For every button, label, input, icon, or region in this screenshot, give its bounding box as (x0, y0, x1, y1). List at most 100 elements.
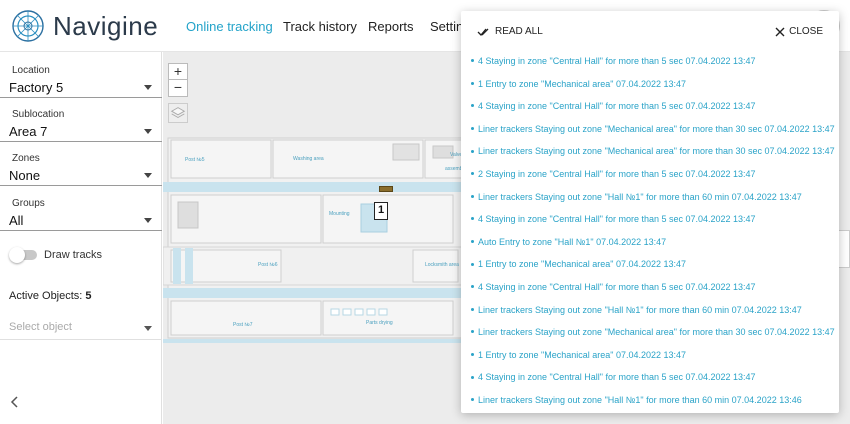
notifications-panel: READ ALL CLOSE 4 Staying in zone "Centra… (461, 11, 839, 413)
notification-text: 4 Staying in zone "Central Hall" for mor… (478, 101, 756, 112)
active-objects-label: Active Objects: (9, 290, 83, 302)
caret-down-icon (144, 173, 152, 178)
notification-item[interactable]: 1 Entry to zone "Mechanical area" 07.04.… (471, 259, 686, 269)
notification-item[interactable]: Liner trackers Staying out zone "Hall №1… (471, 305, 802, 315)
location-value: Factory 5 (9, 80, 64, 95)
location-select[interactable]: Location Factory 5 (0, 54, 162, 98)
map-label-post7: Post №7 (233, 322, 253, 328)
tracker-flag-icon (379, 186, 393, 192)
bullet-icon (471, 217, 474, 221)
notification-item[interactable]: 1 Entry to zone "Mechanical area" 07.04.… (471, 350, 686, 360)
toggle-knob (9, 247, 25, 263)
map-label-parts-drying: Parts drying (366, 320, 393, 326)
map-label-mounting: Mounting (329, 211, 350, 217)
notification-item[interactable]: 4 Staying in zone "Central Hall" for mor… (471, 56, 756, 66)
caret-down-icon (144, 129, 152, 134)
zoom-out-button[interactable]: − (168, 80, 188, 97)
close-icon (775, 27, 785, 36)
caret-down-icon (144, 326, 152, 331)
nav-track-history[interactable]: Track history (283, 19, 357, 34)
read-all-button[interactable]: READ ALL (477, 26, 543, 37)
select-object-placeholder: Select object (9, 321, 72, 333)
bullet-icon (471, 239, 474, 243)
map-label-locksmith: Locksmith area (425, 262, 459, 268)
sublocation-label: Sublocation (12, 109, 65, 120)
bullet-icon (471, 149, 474, 153)
notification-text: Liner trackers Staying out zone "Mechani… (478, 327, 835, 338)
read-all-label: READ ALL (495, 26, 543, 37)
map-label-post5: Post №5 (185, 157, 205, 163)
notification-text: Liner trackers Staying out zone "Mechani… (478, 146, 835, 157)
notification-item[interactable]: 2 Staying in zone "Central Hall" for mor… (471, 169, 756, 179)
zones-select[interactable]: Zones None (0, 142, 162, 186)
zones-label: Zones (12, 153, 40, 164)
double-check-icon (477, 28, 489, 36)
notification-item[interactable]: 1 Entry to zone "Mechanical area" 07.04.… (471, 79, 686, 89)
draw-tracks-label: Draw tracks (44, 249, 103, 261)
notification-text: Liner trackers Staying out zone "Hall №1… (478, 395, 802, 405)
notification-item[interactable]: 4 Staying in zone "Central Hall" for mor… (471, 214, 756, 224)
navigine-logo-icon (12, 10, 44, 42)
notification-item[interactable]: 4 Staying in zone "Central Hall" for mor… (471, 101, 756, 111)
sublocation-select[interactable]: Sublocation Area 7 (0, 98, 162, 142)
active-objects-count: 5 (85, 290, 92, 302)
notification-text: 2 Staying in zone "Central Hall" for mor… (478, 169, 756, 179)
caret-down-icon (144, 218, 152, 223)
notification-text: Liner trackers Staying out zone "Hall №1… (478, 304, 802, 315)
map-label-washing: Washing area (293, 156, 324, 162)
zones-value: None (9, 168, 41, 183)
groups-value: All (9, 213, 24, 228)
map-label-post6: Post №6 (258, 262, 278, 268)
draw-tracks-toggle[interactable] (9, 247, 37, 263)
notification-text: Auto Entry to zone "Hall №1" 07.04.2022 … (478, 236, 667, 247)
notification-text: Liner trackers Staying out zone "Mechani… (478, 123, 835, 134)
bullet-icon (471, 352, 474, 356)
notification-text: 4 Staying in zone "Central Hall" for mor… (478, 56, 756, 66)
nav-online-tracking[interactable]: Online tracking (186, 19, 273, 34)
chevron-left-icon[interactable] (10, 396, 20, 408)
notification-item[interactable]: Liner trackers Staying out zone "Mechani… (471, 327, 835, 337)
notification-item[interactable]: 4 Staying in zone "Central Hall" for mor… (471, 372, 756, 382)
notification-item[interactable]: Liner trackers Staying out zone "Hall №1… (471, 192, 802, 202)
caret-down-icon (144, 85, 152, 90)
notification-text: 1 Entry to zone "Mechanical area" 07.04.… (478, 78, 687, 89)
bullet-icon (471, 307, 474, 311)
bullet-icon (471, 285, 474, 289)
close-label: CLOSE (789, 26, 823, 37)
bullet-icon (471, 172, 474, 176)
notification-text: 1 Entry to zone "Mechanical area" 07.04.… (478, 349, 687, 360)
bullet-icon (471, 194, 474, 198)
location-label: Location (12, 65, 50, 76)
notification-item[interactable]: Liner trackers Staying out zone "Mechani… (471, 124, 835, 134)
bullet-icon (471, 262, 474, 266)
notification-item[interactable]: Auto Entry to zone "Hall №1" 07.04.2022 … (471, 237, 666, 247)
notification-item[interactable]: Liner trackers Staying out zone "Hall №1… (471, 395, 802, 405)
nav-reports[interactable]: Reports (368, 19, 414, 34)
zoom-controls: + − (168, 63, 188, 97)
active-objects: Active Objects: 5 (9, 290, 91, 302)
bullet-icon (471, 126, 474, 130)
bullet-icon (471, 104, 474, 108)
brand-name: Navigine (53, 11, 159, 41)
notification-item[interactable]: Liner trackers Staying out zone "Mechani… (471, 146, 835, 156)
map-side-control[interactable] (838, 230, 850, 268)
notification-text: 4 Staying in zone "Central Hall" for mor… (478, 282, 756, 292)
groups-select[interactable]: Groups All (0, 187, 162, 231)
bullet-icon (471, 375, 474, 379)
notification-text: 4 Staying in zone "Central Hall" for mor… (478, 214, 756, 225)
notification-text: 1 Entry to zone "Mechanical area" 07.04.… (478, 259, 687, 270)
layers-icon[interactable] (168, 103, 188, 123)
notification-text: 4 Staying in zone "Central Hall" for mor… (478, 372, 756, 383)
notification-text: Liner trackers Staying out zone "Hall №1… (478, 191, 802, 202)
bullet-icon (471, 398, 474, 402)
bullet-icon (471, 330, 474, 334)
sublocation-value: Area 7 (9, 124, 48, 139)
zoom-in-button[interactable]: + (168, 63, 188, 80)
select-object-dropdown[interactable]: Select object (0, 316, 162, 340)
notification-item[interactable]: 4 Staying in zone "Central Hall" for mor… (471, 282, 756, 292)
tracker-marker[interactable]: 1 (374, 202, 388, 220)
sidebar: Location Factory 5 Sublocation Area 7 Zo… (0, 52, 162, 424)
groups-label: Groups (12, 198, 45, 209)
close-button[interactable]: CLOSE (775, 26, 823, 37)
bullet-icon (471, 59, 474, 63)
